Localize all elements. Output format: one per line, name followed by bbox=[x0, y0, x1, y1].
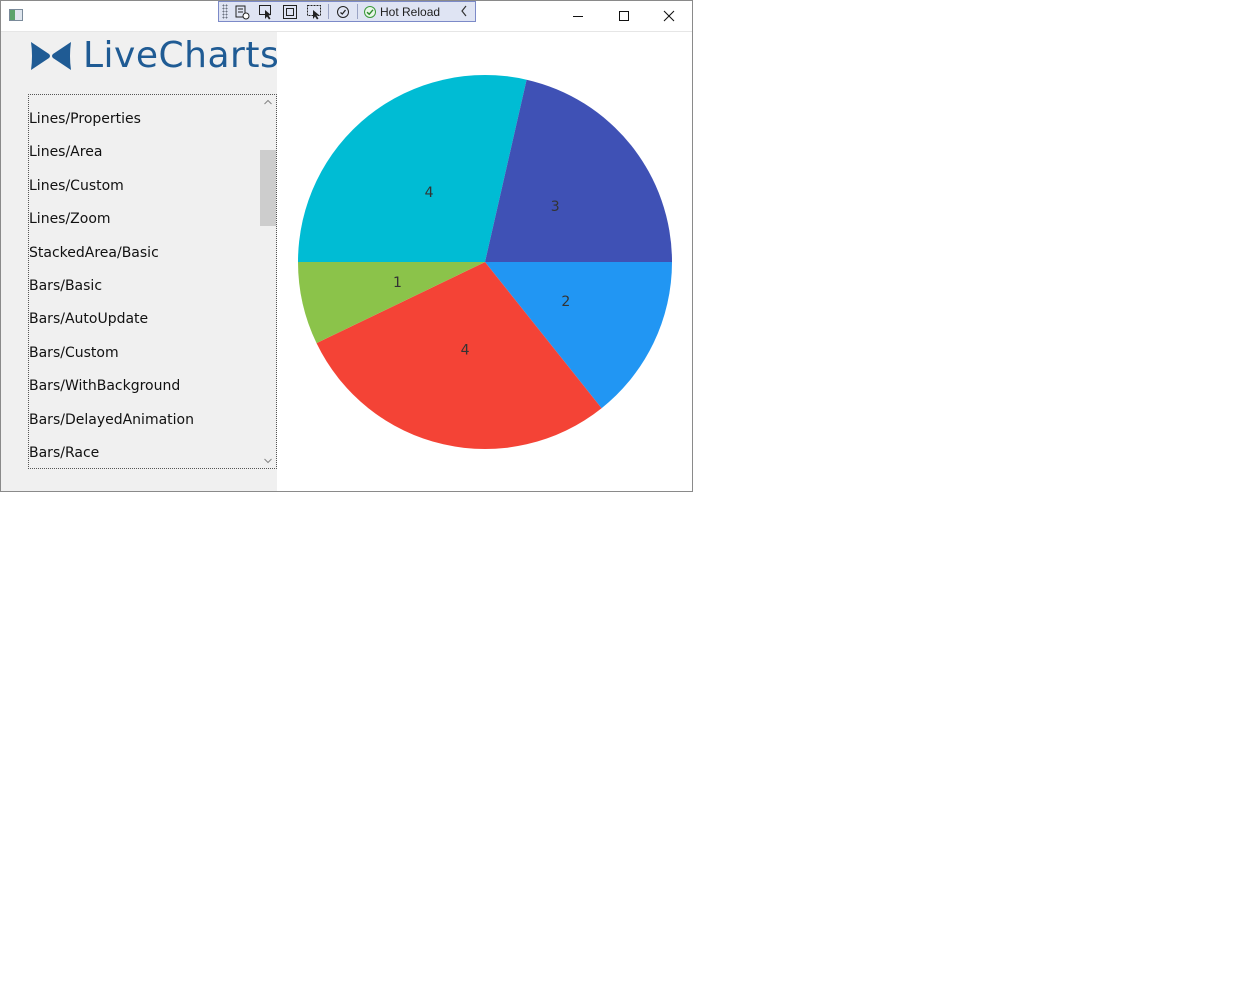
list-item[interactable]: Bars/AutoUpdate bbox=[29, 309, 261, 342]
pie-slice-label: 4 bbox=[425, 185, 434, 201]
pie-slice-label: 4 bbox=[461, 343, 470, 359]
maximize-button[interactable] bbox=[601, 1, 647, 31]
title-bar[interactable]: Hot Reload bbox=[1, 1, 692, 32]
chevron-left-icon bbox=[461, 5, 467, 17]
list-item[interactable]: Bars/Race bbox=[29, 443, 261, 468]
sidebar: LiveCharts Lines/Properties Lines/Area Lin… bbox=[1, 32, 279, 491]
list-item[interactable]: Bars/DelayedAnimation bbox=[29, 410, 261, 443]
track-focus-icon bbox=[307, 4, 321, 19]
list-item[interactable]: Lines/Properties bbox=[29, 109, 261, 142]
app-window: Hot Reload LiveCharts Lines/Properties L… bbox=[0, 0, 693, 492]
maximize-icon bbox=[619, 11, 629, 21]
pie-slice-label: 2 bbox=[561, 294, 570, 310]
layout-adorner-icon bbox=[283, 4, 297, 19]
toolbar-separator bbox=[328, 4, 329, 19]
list-item[interactable]: Bars/WithBackground bbox=[29, 376, 261, 409]
list-item[interactable]: Bars/Basic bbox=[29, 276, 261, 309]
chevron-up-icon bbox=[264, 99, 272, 105]
list-item[interactable]: Lines/Zoom bbox=[29, 209, 261, 242]
app-window-icon bbox=[9, 9, 23, 21]
hot-reload-label: Hot Reload bbox=[380, 4, 441, 19]
logo-text: LiveCharts bbox=[83, 35, 280, 76]
select-element-button[interactable] bbox=[256, 3, 276, 21]
chevron-down-icon bbox=[264, 458, 272, 464]
list-item[interactable]: Bars/Custom bbox=[29, 343, 261, 376]
close-button[interactable] bbox=[646, 1, 692, 31]
scrollbar-thumb[interactable] bbox=[260, 150, 276, 226]
collapse-toolbar-button[interactable] bbox=[459, 4, 469, 21]
livecharts-logo: LiveCharts bbox=[29, 35, 279, 77]
toolbar-separator bbox=[357, 4, 358, 19]
track-focused-element-button[interactable] bbox=[304, 3, 324, 21]
toolbar-grip-icon[interactable] bbox=[222, 4, 228, 19]
minimize-icon bbox=[573, 16, 583, 17]
pie-chart[interactable]: 2 4 1 4 3 bbox=[277, 32, 692, 491]
scroll-down-button[interactable] bbox=[260, 454, 276, 468]
live-visual-tree-icon bbox=[235, 5, 250, 19]
livecharts-logo-icon bbox=[31, 42, 71, 70]
list-item[interactable]: Lines/Custom bbox=[29, 176, 261, 209]
check-circle-icon bbox=[364, 5, 376, 18]
minimize-button[interactable] bbox=[555, 1, 601, 31]
pie-slice-label: 3 bbox=[551, 199, 560, 215]
list-item[interactable]: Lines/Area bbox=[29, 142, 261, 175]
scroll-up-button[interactable] bbox=[260, 95, 276, 109]
select-element-icon bbox=[259, 4, 271, 19]
xaml-devtools-toolbar: Hot Reload bbox=[218, 1, 476, 22]
samples-listbox[interactable]: Lines/Properties Lines/Area Lines/Custom Li… bbox=[28, 94, 277, 469]
live-visual-tree-button[interactable] bbox=[232, 3, 252, 21]
pie-slice-label: 1 bbox=[393, 275, 402, 291]
pie-chart-area[interactable]: 2 4 1 4 3 bbox=[277, 32, 692, 491]
hot-reload-status[interactable]: Hot Reload bbox=[364, 5, 440, 19]
display-layout-adorners-button[interactable] bbox=[280, 3, 300, 21]
binding-failures-icon bbox=[337, 5, 349, 18]
list-item[interactable]: StackedArea/Basic bbox=[29, 243, 261, 276]
close-icon bbox=[663, 10, 675, 22]
samples-list: Lines/Properties Lines/Area Lines/Custom Li… bbox=[29, 109, 261, 468]
binding-failures-button[interactable] bbox=[333, 3, 353, 21]
vertical-scrollbar[interactable] bbox=[260, 95, 276, 468]
